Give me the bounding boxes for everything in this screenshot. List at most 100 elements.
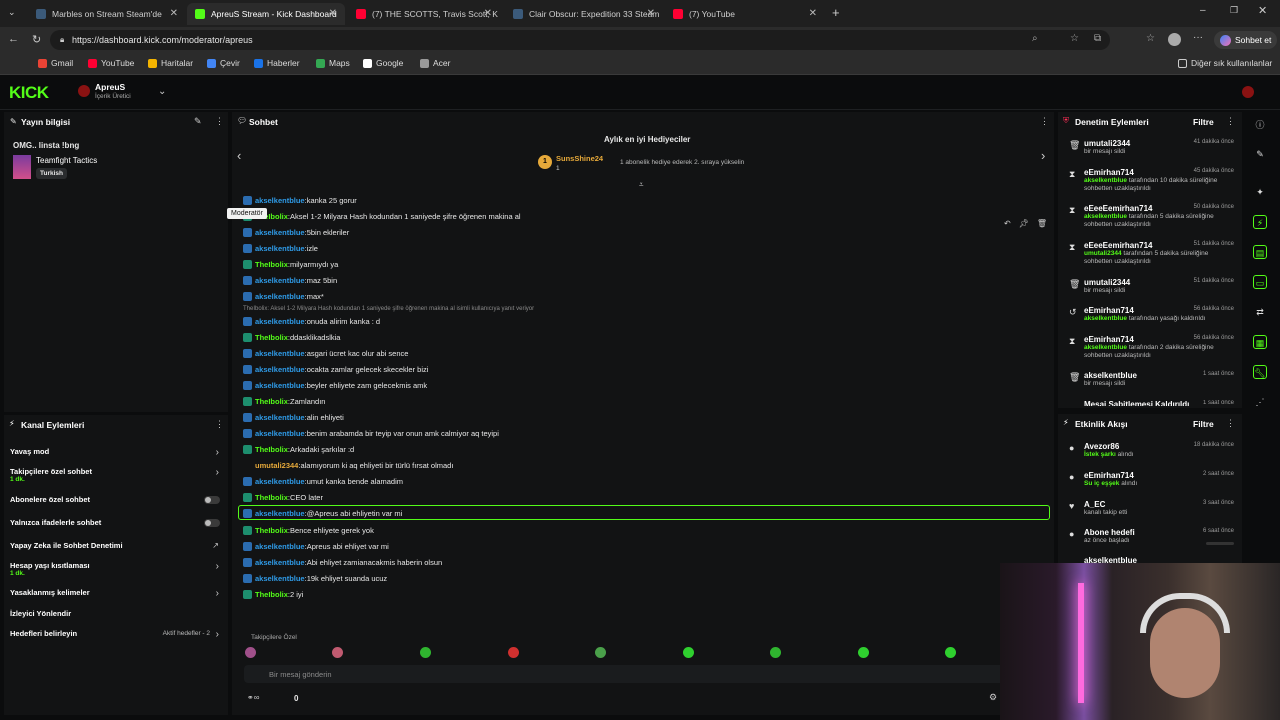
bookmark-item[interactable]: Maps [316,58,350,68]
info-icon[interactable]: ⓘ [1253,118,1267,132]
channel-action-item[interactable]: Abonelere özel sohbet [4,494,228,510]
channel-actions-menu-icon[interactable]: ⋮ [215,419,224,430]
restore-button[interactable]: ❐ [1230,5,1238,16]
chat-message[interactable]: akselkentblue: izle [243,241,318,255]
channel-avatar[interactable] [78,85,90,97]
chat-message[interactable]: akselkentblue: 5bin ekleriler [243,225,349,239]
chat-message[interactable]: akselkentblue: max* [243,289,324,303]
close-window-button[interactable]: ✕ [1258,4,1267,17]
new-tab-button[interactable]: + [832,5,840,20]
favorite-icon[interactable]: ☆ [1070,33,1079,44]
chevron-right-icon[interactable]: › [216,447,219,458]
chat-username[interactable]: akselkentblue [255,574,305,583]
kick-logo[interactable]: KICK [9,83,49,103]
chat-message[interactable]: akselkentblue: ocakta zamlar gelecek ske… [243,362,428,376]
collapse-icon[interactable]: ⩡ [639,180,644,190]
chat-username[interactable]: akselkentblue [255,365,305,374]
chat-username[interactable]: akselkentblue [255,413,305,422]
bookmark-item[interactable]: Çevir [207,58,240,68]
wrench-icon[interactable]: 🔧︎ [1253,365,1267,379]
chat-message[interactable]: TheIbolix: Zamlandın [243,394,325,408]
gifters-prev-icon[interactable]: ‹ [237,148,241,163]
channel-action-item[interactable]: İzleyici Yönlendir [4,608,228,624]
emote-icon[interactable] [332,647,343,658]
mod-action-target[interactable]: akselkentblue [1084,344,1127,351]
tab-close-icon[interactable]: ✕ [170,8,178,19]
chat-message[interactable]: akselkentblue: maz 5bin [243,273,337,287]
chat-input[interactable]: Bir mesaj gönderin [244,665,1004,683]
bookmark-item[interactable]: Haberler [254,58,300,68]
tab-close-icon[interactable]: ✕ [809,8,817,19]
emote-icon[interactable] [420,647,431,658]
channel-action-item[interactable]: Hesap yaşı kısıtlaması 1 dk. › [4,560,228,577]
emote-icon[interactable] [245,647,256,658]
message-icon[interactable]: ▭ [1253,275,1267,289]
lightning-tool-icon[interactable]: ⚡︎ [1253,215,1267,229]
chat-username[interactable]: akselkentblue [255,349,305,358]
url-input[interactable]: https://dashboard.kick.com/moderator/apr… [50,30,1110,50]
bookmark-item[interactable]: Google [363,58,403,68]
profile-avatar[interactable] [1168,33,1181,46]
chat-message[interactable]: akselkentblue: kanka 25 gorur [243,193,357,207]
emote-icon[interactable] [858,647,869,658]
channel-action-item[interactable]: Yalnızca ifadelerle sohbet [4,517,228,533]
back-icon[interactable]: ← [8,33,19,45]
zoom-icon[interactable]: ⌕ [1032,33,1038,44]
switch-icon[interactable]: ⇄ [1253,305,1267,319]
chat-settings-icon[interactable]: ⚙︎ [989,692,997,703]
chat-username[interactable]: akselkentblue [255,381,305,390]
copilot-button[interactable]: Sohbet et [1214,31,1278,49]
browser-tab[interactable]: (7) YouTube ✕ [665,3,825,25]
top-gifter-name[interactable]: SunsShine24 [556,154,603,163]
tab-close-icon[interactable]: ✕ [647,8,655,19]
bookmark-item[interactable]: Acer [420,58,450,68]
emote-icon[interactable] [683,647,694,658]
refresh-icon[interactable]: ↻ [32,33,41,46]
reply-icon[interactable]: ↶ [1004,219,1011,228]
tab-close-icon[interactable]: ✕ [484,8,492,19]
extensions-icon[interactable]: ⧉ [1094,33,1101,44]
edit-icon[interactable]: ✎ [194,116,202,127]
pin-tool-icon[interactable]: ✦ [1253,185,1267,199]
chat-username[interactable]: TheIbolix [255,493,288,502]
bookmark-item[interactable]: Haritalar [148,58,193,68]
chevron-right-icon[interactable]: › [216,588,219,599]
bookmark-item[interactable]: Gmail [38,58,73,68]
more-icon[interactable]: ··· [1193,32,1203,43]
chat-username[interactable]: umutali2344 [255,461,298,470]
other-bookmarks[interactable]: Diğer sık kullanılanlar [1178,58,1272,68]
mod-action-target[interactable]: akselkentblue [1084,177,1127,184]
chevron-right-icon[interactable]: › [216,467,219,478]
kick-account-icon[interactable] [1242,86,1254,98]
emote-icon[interactable] [508,647,519,658]
chat-username[interactable]: TheIbolix [255,260,288,269]
external-link-icon[interactable]: ↗ [212,541,219,550]
chat-message[interactable]: akselkentblue: umut kanka bende alamadim [243,474,403,488]
chat-username[interactable]: akselkentblue [255,244,305,253]
channel-action-item[interactable]: Takipçilere özel sohbet 1 dk. › [4,466,228,483]
toggle-switch[interactable] [204,496,220,504]
chat-username[interactable]: akselkentblue [255,317,305,326]
mod-action-target[interactable]: akselkentblue [1084,315,1127,322]
pencil-icon[interactable]: ✎ [1253,147,1267,161]
chat-message[interactable]: akselkentblue: alin ehliyeti [243,410,344,424]
mod-action-target[interactable]: umutali2344 [1084,250,1122,257]
delete-icon[interactable]: 🗑︎ [1037,219,1047,228]
emote-icon[interactable] [595,647,606,658]
channel-action-item[interactable]: Yavaş mod › [4,446,228,462]
chat-message[interactable]: akselkentblue: 19k ehliyet suanda ucuz [243,571,387,585]
chat-username[interactable]: TheIbolix [255,397,288,406]
browser-tab[interactable]: (7) THE SCOTTS, Travis Scott, K ✕ [348,3,500,25]
mod-actions-filter[interactable]: Filtre [1193,117,1214,127]
chat-username[interactable]: TheIbolix [255,445,288,454]
chat-username[interactable]: TheIbolix [255,526,288,535]
chat-username[interactable]: akselkentblue [255,542,305,551]
chat-message[interactable]: TheIbolix: 2 iyi [243,587,303,601]
channel-action-item[interactable]: Yasaklanmış kelimeler › [4,587,228,603]
chat-message[interactable]: akselkentblue: asgari ücret kac olur abi… [243,346,408,360]
chat-message[interactable]: TheIbolix: milyarmıydı ya [243,257,338,271]
chat-message[interactable]: umutali2344: alamıyorum ki aq ehliyeti b… [243,458,453,472]
activity-menu-icon[interactable]: ⋮ [1226,418,1235,429]
chat-message[interactable]: akselkentblue: Abi ehliyet zamianacakmis… [243,555,442,569]
share-icon[interactable]: ⋰ [1253,395,1267,409]
